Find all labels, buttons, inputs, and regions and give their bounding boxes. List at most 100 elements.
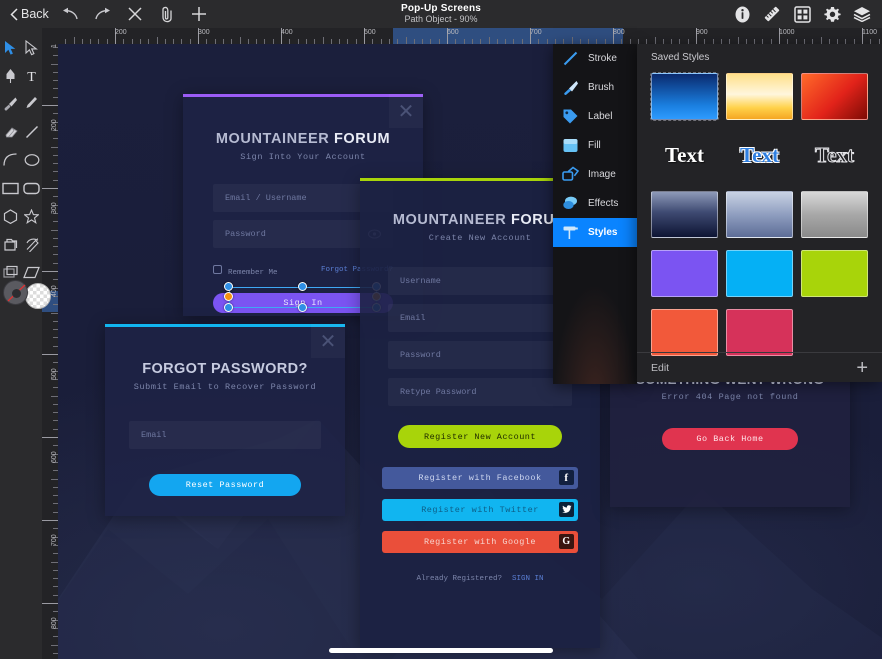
undo-button[interactable] [55, 1, 87, 27]
style-blue-gradient[interactable] [650, 72, 719, 121]
style-purple-solid[interactable] [651, 250, 718, 297]
style-text-blue[interactable]: Text [726, 132, 793, 179]
add-icon [191, 7, 206, 21]
horizontal-ruler[interactable]: 2003004005006007008009001000110012001300… [42, 28, 882, 44]
fill-color-swatch[interactable] [3, 280, 28, 305]
document-title: Pop-Up Screens [400, 3, 482, 14]
settings-button[interactable] [818, 1, 846, 27]
back-icon [10, 7, 18, 21]
info-button[interactable] [728, 1, 756, 27]
object-properties-menu[interactable]: Stroke Brush Label Fill Image Effects St… [553, 44, 637, 384]
ruler-label: 200 [115, 29, 127, 36]
style-orange-solid[interactable] [651, 309, 718, 356]
menu-item-label[interactable]: Label [553, 102, 637, 131]
handle-bottom-center[interactable] [298, 303, 307, 312]
svg-text:T: T [27, 70, 36, 84]
line-tool[interactable] [21, 118, 42, 146]
select-arrow-tool[interactable] [0, 34, 21, 62]
back-button[interactable]: Back [8, 7, 55, 21]
arc-tool[interactable] [0, 146, 21, 174]
rotate-tool[interactable] [21, 230, 42, 258]
username-field[interactable]: Username [388, 267, 572, 295]
menu-item-stroke[interactable]: Stroke [553, 44, 637, 73]
email-field[interactable]: Email [129, 421, 321, 449]
add-style-button[interactable]: + [856, 358, 868, 378]
register-google-button[interactable]: Register with Google G [382, 531, 578, 553]
text-tool[interactable]: T [21, 62, 42, 90]
menu-item-effects[interactable]: Effects [553, 189, 637, 218]
brand-word-2: FORUM [333, 131, 391, 147]
ruler-button[interactable] [758, 1, 786, 27]
sign-in-link[interactable]: SIGN IN [512, 575, 544, 583]
register-twitter-button[interactable]: Register with Twitter [382, 499, 578, 521]
forgot-title: FORGOT PASSWORD? [142, 361, 308, 377]
top-toolbar[interactable]: Back Pop-Up Screens Path Object - 90% [0, 0, 882, 28]
document-subtitle: Path Object - 90% [404, 14, 478, 24]
polygon-tool[interactable] [0, 202, 21, 230]
ruler-label: 300 [51, 202, 58, 214]
handle-top-left[interactable] [224, 282, 233, 291]
vertical-ruler[interactable]: 10020030040050060070080090010001100 [42, 28, 58, 659]
attach-button[interactable] [151, 1, 183, 27]
menu-item-image[interactable]: Image [553, 160, 637, 189]
redo-icon [95, 7, 111, 20]
email-field[interactable]: Email [388, 304, 572, 332]
star-tool[interactable] [21, 202, 42, 230]
style-grey-gradient[interactable] [801, 191, 868, 238]
pencil-tool[interactable] [21, 90, 42, 118]
style-navy-steel-gradient[interactable] [651, 191, 718, 238]
home-indicator [329, 648, 553, 653]
ellipse-tool[interactable] [21, 146, 42, 174]
retype-password-field[interactable]: Retype Password [388, 378, 572, 406]
go-back-home-button[interactable]: Go Back Home [662, 428, 798, 450]
ruler-label: 1100 [862, 29, 878, 36]
add-button[interactable] [183, 1, 215, 27]
edit-button[interactable]: Edit [651, 362, 669, 374]
handle-mid-left[interactable] [224, 292, 233, 301]
shape-stack-tool[interactable] [0, 230, 21, 258]
grid-button[interactable] [788, 1, 816, 27]
pen-tool[interactable] [0, 62, 21, 90]
style-text-white[interactable]: Text [651, 132, 718, 179]
register-facebook-button[interactable]: Register with Facebook f [382, 467, 578, 489]
menu-item-brush[interactable]: Brush [553, 73, 637, 102]
style-lime-solid[interactable] [801, 250, 868, 297]
ruler-label: 700 [530, 29, 542, 36]
register-facebook-label: Register with Facebook [418, 473, 542, 483]
redo-button[interactable] [87, 1, 119, 27]
style-gold-gradient[interactable] [726, 73, 793, 120]
menu-item-styles[interactable]: Styles [553, 218, 637, 247]
menu-item-label: Image [588, 169, 616, 180]
image-icon [561, 166, 579, 184]
card-accent-bar [183, 94, 423, 97]
layers-button[interactable] [848, 1, 876, 27]
reset-password-button[interactable]: Reset Password [149, 474, 301, 496]
close-icon[interactable]: ✕ [311, 324, 345, 358]
menu-item-label: Brush [588, 82, 615, 93]
password-field[interactable]: Password [388, 341, 572, 369]
style-cyan-solid[interactable] [726, 250, 793, 297]
forgot-password-card[interactable]: ✕ FORGOT PASSWORD? Submit Email to Recov… [105, 324, 345, 516]
brush-tool[interactable] [0, 90, 21, 118]
style-crimson-solid[interactable] [726, 309, 793, 356]
saved-styles-panel[interactable]: Saved Styles Text Text Text Edit + [637, 44, 882, 382]
checkbox-box [213, 265, 222, 275]
tool-palette[interactable]: T [0, 28, 51, 659]
style-red-orange-gradient[interactable] [801, 73, 868, 120]
eraser-tool[interactable] [0, 118, 21, 146]
register-new-account-button[interactable]: Register New Account [398, 425, 562, 448]
close-button[interactable] [119, 1, 151, 27]
direct-select-tool[interactable] [21, 34, 42, 62]
card-subtitle: Sign Into Your Account [240, 152, 366, 162]
rounded-rectangle-tool[interactable] [21, 174, 42, 202]
style-silver-blue-gradient[interactable] [726, 191, 793, 238]
saved-styles-grid[interactable]: Text Text Text [637, 63, 882, 356]
style-text-outline[interactable]: Text [801, 132, 868, 179]
close-icon[interactable]: ✕ [389, 94, 423, 128]
handle-bottom-left[interactable] [224, 303, 233, 312]
rectangle-tool[interactable] [0, 174, 21, 202]
remember-me-checkbox[interactable]: Remember Me [213, 261, 278, 279]
handle-top-center[interactable] [298, 282, 307, 291]
menu-item-fill[interactable]: Fill [553, 131, 637, 160]
color-swatches[interactable] [3, 280, 51, 310]
